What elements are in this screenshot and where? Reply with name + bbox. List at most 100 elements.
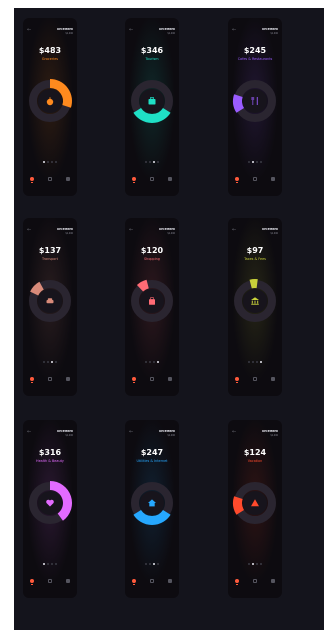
- tab-expenses-icon[interactable]: [234, 176, 240, 183]
- tab-notes-icon[interactable]: [47, 578, 53, 584]
- page-dot[interactable]: [55, 161, 57, 163]
- tab-cards-icon[interactable]: [270, 578, 276, 584]
- month-label[interactable]: DECEMBER: [57, 28, 73, 31]
- page-dot[interactable]: [157, 361, 159, 363]
- tab-notes-icon[interactable]: [149, 578, 155, 584]
- tab-cards-icon[interactable]: [270, 176, 276, 182]
- back-arrow-icon[interactable]: ←: [27, 28, 31, 33]
- category-donut[interactable]: [127, 76, 177, 126]
- donut-segment[interactable]: [233, 496, 245, 515]
- month-label[interactable]: DECEMBER: [262, 28, 278, 31]
- back-arrow-icon[interactable]: ←: [232, 430, 236, 435]
- back-arrow-icon[interactable]: ←: [129, 28, 133, 33]
- tab-notes-icon[interactable]: [149, 176, 155, 182]
- page-dot[interactable]: [248, 563, 250, 565]
- tab-expenses-icon[interactable]: [131, 176, 137, 183]
- tab-cards-icon[interactable]: [65, 376, 71, 382]
- back-arrow-icon[interactable]: ←: [27, 430, 31, 435]
- phone-card[interactable]: ← DECEMBER $1,490 $245 Cafes & Restauran…: [228, 18, 282, 196]
- donut-segment[interactable]: [249, 279, 258, 289]
- page-dot[interactable]: [248, 361, 250, 363]
- page-dot[interactable]: [43, 161, 45, 163]
- category-donut[interactable]: [127, 276, 177, 326]
- back-arrow-icon[interactable]: ←: [129, 430, 133, 435]
- month-label[interactable]: DECEMBER: [159, 430, 175, 433]
- page-dot[interactable]: [260, 361, 262, 363]
- tab-expenses-icon[interactable]: [29, 176, 35, 183]
- phone-card[interactable]: ← DECEMBER $1,490 $247 Utilities & Inter…: [125, 420, 179, 598]
- page-dot[interactable]: [256, 361, 258, 363]
- tab-cards-icon[interactable]: [167, 578, 173, 584]
- category-donut[interactable]: [230, 76, 280, 126]
- back-arrow-icon[interactable]: ←: [232, 28, 236, 33]
- page-dot[interactable]: [149, 563, 151, 565]
- phone-card[interactable]: ← DECEMBER $1,490 $483 Groceries: [23, 18, 77, 196]
- phone-card[interactable]: ← DECEMBER $1,490 $120 Shopping: [125, 218, 179, 396]
- month-label[interactable]: DECEMBER: [262, 430, 278, 433]
- page-dot[interactable]: [157, 563, 159, 565]
- category-donut[interactable]: [25, 76, 75, 126]
- category-donut[interactable]: [25, 276, 75, 326]
- page-dot[interactable]: [145, 361, 147, 363]
- tab-expenses-icon[interactable]: [29, 376, 35, 383]
- tab-notes-icon[interactable]: [47, 176, 53, 182]
- page-dot[interactable]: [248, 161, 250, 163]
- page-dot[interactable]: [145, 161, 147, 163]
- phone-card[interactable]: ← DECEMBER $1,490 $137 Transport: [23, 218, 77, 396]
- page-dot[interactable]: [260, 563, 262, 565]
- page-dot[interactable]: [260, 161, 262, 163]
- tab-expenses-icon[interactable]: [234, 376, 240, 383]
- month-label[interactable]: DECEMBER: [57, 430, 73, 433]
- month-label[interactable]: DECEMBER: [262, 228, 278, 231]
- page-dot[interactable]: [55, 361, 57, 363]
- tab-cards-icon[interactable]: [270, 376, 276, 382]
- donut-segment[interactable]: [136, 279, 150, 292]
- page-dot[interactable]: [153, 563, 155, 565]
- tab-cards-icon[interactable]: [167, 176, 173, 182]
- donut-segment[interactable]: [30, 281, 45, 296]
- phone-card[interactable]: ← DECEMBER $1,490 $124 Vacation: [228, 420, 282, 598]
- page-dot[interactable]: [145, 563, 147, 565]
- page-dot[interactable]: [47, 563, 49, 565]
- phone-card[interactable]: ← DECEMBER $1,490 $97 Taxes & Fees: [228, 218, 282, 396]
- donut-segment[interactable]: [233, 94, 245, 113]
- page-dot[interactable]: [157, 161, 159, 163]
- tab-notes-icon[interactable]: [47, 376, 53, 382]
- page-dot[interactable]: [153, 361, 155, 363]
- tab-notes-icon[interactable]: [252, 176, 258, 182]
- page-dot[interactable]: [47, 161, 49, 163]
- page-dot[interactable]: [51, 361, 53, 363]
- tab-notes-icon[interactable]: [252, 578, 258, 584]
- page-dot[interactable]: [252, 161, 254, 163]
- back-arrow-icon[interactable]: ←: [27, 228, 31, 233]
- tab-expenses-icon[interactable]: [234, 578, 240, 585]
- phone-card[interactable]: ← DECEMBER $1,490 $346 Tourism: [125, 18, 179, 196]
- page-dot[interactable]: [43, 361, 45, 363]
- tab-expenses-icon[interactable]: [131, 578, 137, 585]
- category-donut[interactable]: [127, 478, 177, 528]
- page-dot[interactable]: [43, 563, 45, 565]
- category-donut[interactable]: [25, 478, 75, 528]
- back-arrow-icon[interactable]: ←: [232, 228, 236, 233]
- page-dot[interactable]: [47, 361, 49, 363]
- page-dot[interactable]: [153, 161, 155, 163]
- tab-cards-icon[interactable]: [167, 376, 173, 382]
- page-dot[interactable]: [252, 563, 254, 565]
- page-dot[interactable]: [149, 361, 151, 363]
- page-dot[interactable]: [51, 563, 53, 565]
- tab-expenses-icon[interactable]: [29, 578, 35, 585]
- phone-card[interactable]: ← DECEMBER $1,490 $316 Health & Beauty: [23, 420, 77, 598]
- back-arrow-icon[interactable]: ←: [129, 228, 133, 233]
- tab-notes-icon[interactable]: [252, 376, 258, 382]
- page-dot[interactable]: [256, 563, 258, 565]
- month-label[interactable]: DECEMBER: [57, 228, 73, 231]
- page-dot[interactable]: [256, 161, 258, 163]
- tab-expenses-icon[interactable]: [131, 376, 137, 383]
- page-dot[interactable]: [252, 361, 254, 363]
- page-dot[interactable]: [55, 563, 57, 565]
- tab-cards-icon[interactable]: [65, 578, 71, 584]
- category-donut[interactable]: [230, 276, 280, 326]
- page-dot[interactable]: [51, 161, 53, 163]
- tab-cards-icon[interactable]: [65, 176, 71, 182]
- month-label[interactable]: DECEMBER: [159, 228, 175, 231]
